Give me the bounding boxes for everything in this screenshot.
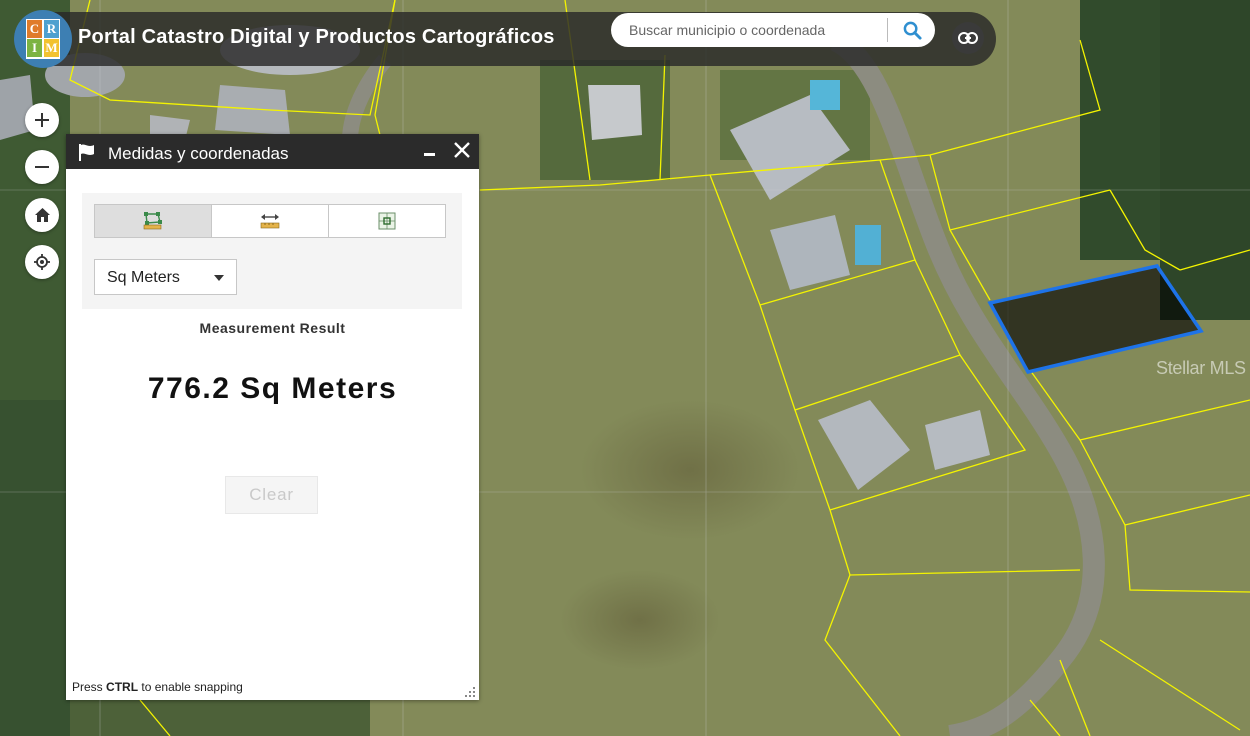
result-label: Measurement Result — [199, 320, 346, 336]
zoom-out-button[interactable] — [25, 150, 59, 184]
search-icon — [903, 21, 922, 40]
minimize-button[interactable] — [421, 140, 439, 162]
measure-tool-tabs — [94, 204, 446, 238]
logo-letter: I — [27, 39, 42, 57]
close-button[interactable] — [452, 138, 472, 162]
unit-dropdown-value: Sq Meters — [107, 269, 180, 286]
measurement-panel: Medidas y coordenadas Sq Meters Measurem… — [66, 134, 479, 700]
panel-title: Medidas y coordenadas — [108, 144, 289, 163]
clear-button[interactable]: Clear — [225, 476, 318, 514]
distance-tool-button[interactable] — [211, 205, 328, 237]
logo-letter: C — [27, 20, 42, 38]
locate-icon — [34, 254, 50, 270]
unit-dropdown[interactable]: Sq Meters — [94, 259, 237, 295]
distance-measure-icon — [260, 214, 280, 229]
home-icon — [34, 208, 50, 222]
my-location-button[interactable] — [25, 245, 59, 279]
minus-icon — [35, 166, 49, 168]
map-watermark: Stellar MLS — [1156, 358, 1246, 378]
area-measure-icon — [143, 212, 162, 230]
hint-suffix: to enable snapping — [141, 680, 243, 694]
link-icon — [958, 32, 978, 44]
panel-header[interactable]: Medidas y coordenadas — [66, 134, 479, 169]
location-tool-button[interactable] — [328, 205, 445, 237]
crim-logo[interactable]: C R I M — [14, 10, 72, 68]
logo-letter: R — [44, 20, 59, 38]
app-title: Portal Catastro Digital y Productos Cart… — [78, 26, 555, 48]
logo-mark: C R I M — [26, 19, 60, 59]
result-value: 776.2 Sq Meters — [147, 372, 398, 405]
hint-prefix: Press — [72, 680, 103, 694]
plus-icon — [35, 113, 49, 127]
hint-key: CTRL — [106, 680, 139, 694]
home-button[interactable] — [25, 198, 59, 232]
search-input[interactable] — [611, 13, 881, 47]
close-icon — [454, 142, 470, 158]
app-header: C R I M Portal Catastro Digital y Produc… — [14, 10, 996, 68]
resize-handle-icon[interactable] — [465, 687, 476, 698]
zoom-in-button[interactable] — [25, 103, 59, 137]
chevron-down-icon — [214, 275, 224, 281]
measure-tools: Sq Meters — [82, 193, 462, 309]
share-link-button[interactable] — [952, 22, 984, 54]
flag-icon — [79, 144, 94, 161]
snapping-hint: Press CTRL to enable snapping — [72, 680, 243, 694]
search-box — [611, 13, 935, 47]
area-tool-button[interactable] — [95, 205, 211, 237]
logo-letter: M — [44, 39, 59, 57]
coordinate-icon — [378, 212, 396, 230]
search-button[interactable] — [892, 13, 932, 47]
search-divider — [887, 18, 888, 42]
